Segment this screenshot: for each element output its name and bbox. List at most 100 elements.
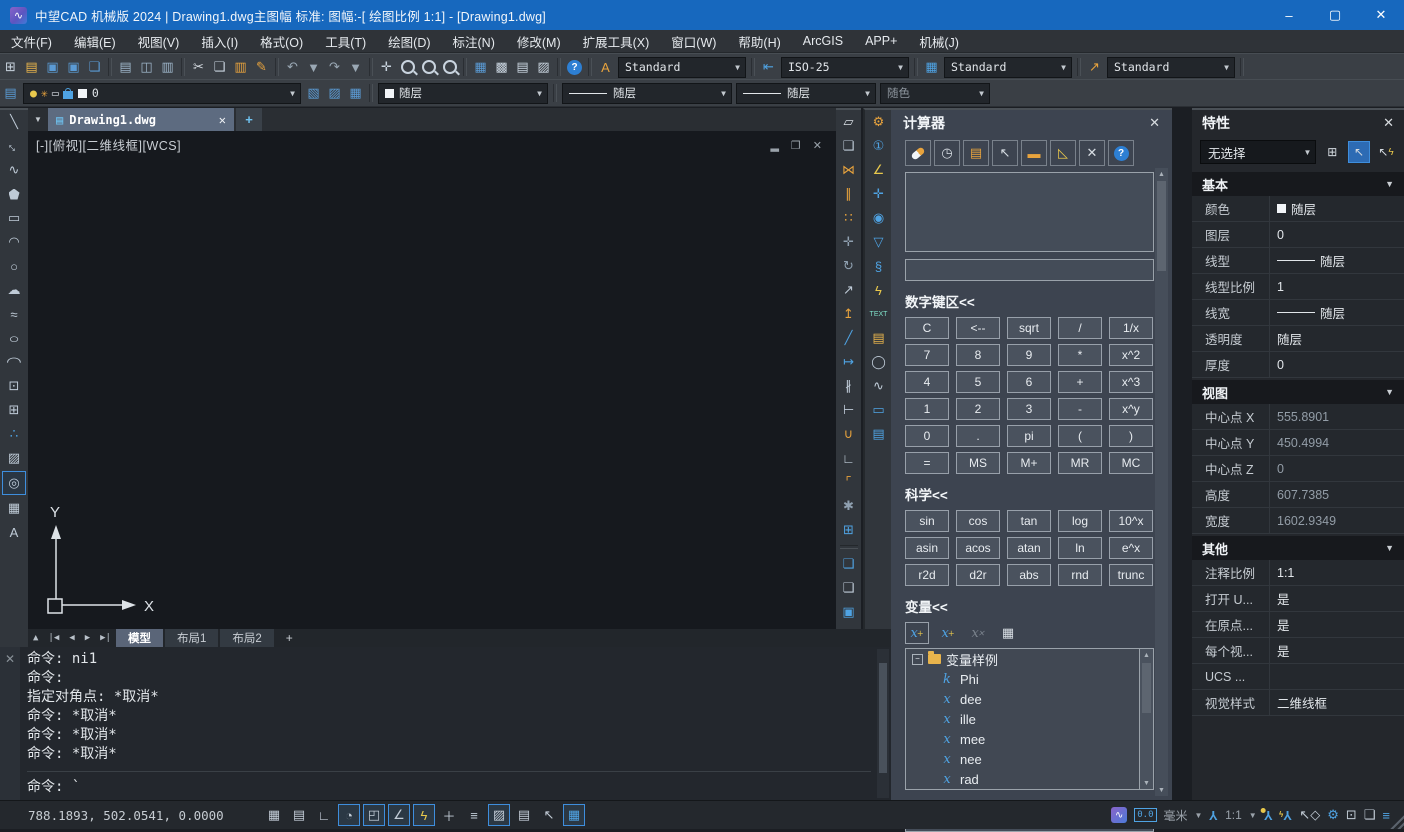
model-space-up-icon[interactable]: ▲ bbox=[28, 633, 43, 643]
property-value[interactable]: 1602.9349 bbox=[1270, 508, 1404, 533]
smooth-display-icon[interactable]: ∿ bbox=[1111, 807, 1127, 823]
calc-fn-r2d[interactable]: r2d bbox=[905, 564, 949, 586]
layer-previous-icon[interactable]: ▧ bbox=[303, 83, 324, 104]
add-layout-button[interactable]: + bbox=[276, 631, 303, 645]
mech-welding-symbol-icon[interactable]: ∿ bbox=[868, 375, 890, 397]
paste-to-command-icon[interactable]: ▤ bbox=[963, 140, 989, 166]
calc-key-1/x[interactable]: 1/x bbox=[1109, 317, 1153, 339]
property-value[interactable]: 随层 bbox=[1270, 248, 1404, 273]
draw-region-icon[interactable]: ◎ bbox=[2, 471, 26, 495]
menu-item[interactable]: 视图(V) bbox=[127, 30, 191, 52]
layer-dropdown[interactable]: ●✳▭0▼ bbox=[23, 83, 301, 104]
zoom-window-icon[interactable] bbox=[418, 57, 439, 78]
calc-key-sqrt[interactable]: sqrt bbox=[1007, 317, 1051, 339]
calc-key-2[interactable]: 2 bbox=[956, 398, 1000, 420]
menu-item[interactable]: 格式(O) bbox=[249, 30, 314, 52]
modify-array-icon[interactable]: ∷ bbox=[838, 207, 860, 229]
scrollbar-thumb[interactable] bbox=[1157, 181, 1166, 271]
modify-erase-icon[interactable]: ▱ bbox=[838, 111, 860, 133]
calc-fn-log[interactable]: log bbox=[1058, 510, 1102, 532]
calc-key-9[interactable]: 9 bbox=[1007, 344, 1051, 366]
smart-snap-toggle[interactable]: ϟ bbox=[413, 804, 435, 826]
collapse-icon[interactable]: − bbox=[912, 654, 923, 665]
save-icon[interactable]: ▣ bbox=[42, 57, 63, 78]
paste-icon[interactable]: ▥ bbox=[230, 57, 251, 78]
scroll-up-icon[interactable]: ▲ bbox=[1155, 168, 1168, 180]
property-value[interactable]: 随层 bbox=[1270, 196, 1404, 221]
draw-polyline-icon[interactable]: ∿ bbox=[3, 159, 25, 181]
menu-item[interactable]: APP+ bbox=[854, 30, 908, 52]
modify-draw-order-above-icon[interactable]: ▣ bbox=[838, 601, 860, 623]
help-icon[interactable]: ? bbox=[564, 57, 585, 78]
menu-item[interactable]: 修改(M) bbox=[506, 30, 572, 52]
quick-properties-toggle[interactable]: ▤ bbox=[513, 804, 535, 826]
variable-item[interactable]: xmee bbox=[906, 729, 1153, 749]
variable-item[interactable]: xnee bbox=[906, 749, 1153, 769]
calc-key-C[interactable]: C bbox=[905, 317, 949, 339]
property-value[interactable]: 随层 bbox=[1270, 326, 1404, 351]
designcenter-icon[interactable]: ▩ bbox=[491, 57, 512, 78]
calc-fn-e^x[interactable]: e^x bbox=[1109, 537, 1153, 559]
dynamic-input-toggle[interactable]: ＋ bbox=[438, 804, 460, 826]
show-transparency-toggle[interactable]: ▨ bbox=[488, 804, 510, 826]
calc-fn-ln[interactable]: ln bbox=[1058, 537, 1102, 559]
tab-list-dropdown-icon[interactable]: ▼ bbox=[28, 108, 48, 131]
color-dropdown[interactable]: 随层▼ bbox=[378, 83, 548, 104]
evaluate-variable-icon[interactable]: ▦ bbox=[997, 623, 1019, 643]
annotation-visibility-icon[interactable]: Y bbox=[1264, 808, 1273, 823]
layout-tab-布局1[interactable]: 布局1 bbox=[165, 629, 218, 647]
menu-item[interactable]: 文件(F) bbox=[0, 30, 63, 52]
zoom-realtime-icon[interactable] bbox=[397, 57, 418, 78]
property-value[interactable] bbox=[1270, 664, 1404, 689]
markup-icon[interactable]: ▨ bbox=[533, 57, 554, 78]
command-window-titlebar[interactable]: ✕ bbox=[0, 647, 20, 800]
calc-fn-asin[interactable]: asin bbox=[905, 537, 949, 559]
calc-key-1[interactable]: 1 bbox=[905, 398, 949, 420]
new-variable-icon[interactable]: x+ bbox=[905, 622, 929, 644]
prev-layout-icon[interactable]: ◀ bbox=[64, 633, 79, 643]
menu-item[interactable]: 扩展工具(X) bbox=[572, 30, 661, 52]
redo-list-icon[interactable]: ▼ bbox=[345, 57, 366, 78]
customize-menu-icon[interactable]: ≡ bbox=[1382, 808, 1390, 823]
doc-close-icon[interactable]: ✕ bbox=[813, 139, 822, 152]
command-prompt[interactable]: 命令: ` bbox=[27, 771, 871, 796]
resize-grip[interactable] bbox=[1388, 813, 1404, 829]
modify-move-icon[interactable]: ✛ bbox=[838, 231, 860, 253]
unit-label[interactable]: 毫米 bbox=[1164, 807, 1188, 824]
mech-mech-text-icon[interactable]: TEXT bbox=[868, 303, 890, 325]
graphics-performance-icon[interactable]: ⊡ bbox=[1346, 807, 1357, 823]
calc-key-<--[interactable]: <-- bbox=[956, 317, 1000, 339]
scrollbar-thumb[interactable] bbox=[1142, 663, 1151, 713]
mech-mech-layer-tools-icon[interactable]: ▤ bbox=[868, 327, 890, 349]
pan-icon[interactable]: ✛ bbox=[376, 57, 397, 78]
calc-fn-10^x[interactable]: 10^x bbox=[1109, 510, 1153, 532]
plotstyle-dropdown[interactable]: 随色▼ bbox=[880, 83, 990, 104]
auto-annotation-scale-icon[interactable]: Yϟ bbox=[1279, 808, 1292, 823]
mech-drawing-border-icon[interactable]: ▭ bbox=[868, 399, 890, 421]
calc-key--[interactable]: - bbox=[1058, 398, 1102, 420]
section-header-基本[interactable]: 基本▼ bbox=[1192, 172, 1404, 196]
undo-icon[interactable]: ↶ bbox=[282, 57, 303, 78]
mech-section-view-icon[interactable]: § bbox=[868, 255, 890, 277]
plot-preview-icon[interactable]: ◫ bbox=[136, 57, 157, 78]
calc-fn-d2r[interactable]: d2r bbox=[956, 564, 1000, 586]
scroll-down-icon[interactable]: ▼ bbox=[1155, 784, 1168, 796]
draw-point-icon[interactable]: ∴ bbox=[3, 423, 25, 445]
chevron-down-icon[interactable]: ▼ bbox=[1195, 811, 1203, 820]
scroll-down-icon[interactable]: ▼ bbox=[1140, 777, 1153, 789]
calc-key-6[interactable]: 6 bbox=[1007, 371, 1051, 393]
layout-tab-模型[interactable]: 模型 bbox=[116, 629, 163, 647]
undo-list-icon[interactable]: ▼ bbox=[303, 57, 324, 78]
menu-item[interactable]: 窗口(W) bbox=[660, 30, 727, 52]
viewport-controls-label[interactable]: [-][俯视][二维线框][WCS] bbox=[36, 135, 181, 154]
toggle-pickadd-button[interactable]: ↖ bbox=[1348, 141, 1370, 163]
section-header-视图[interactable]: 视图▼ bbox=[1192, 380, 1404, 404]
draw-create-block-icon[interactable]: ⊞ bbox=[3, 399, 25, 421]
object-snap-toggle[interactable]: ◰ bbox=[363, 804, 385, 826]
selection-dropdown[interactable]: 无选择 ▼ bbox=[1200, 140, 1316, 164]
calc-key-MS[interactable]: MS bbox=[956, 452, 1000, 474]
history-icon[interactable]: ◷ bbox=[934, 140, 960, 166]
mech-power-dimension-icon[interactable]: ◉ bbox=[868, 207, 890, 229]
menu-item[interactable]: 帮助(H) bbox=[727, 30, 791, 52]
calculator-scrollbar[interactable]: ▲ ▼ bbox=[1155, 168, 1168, 796]
